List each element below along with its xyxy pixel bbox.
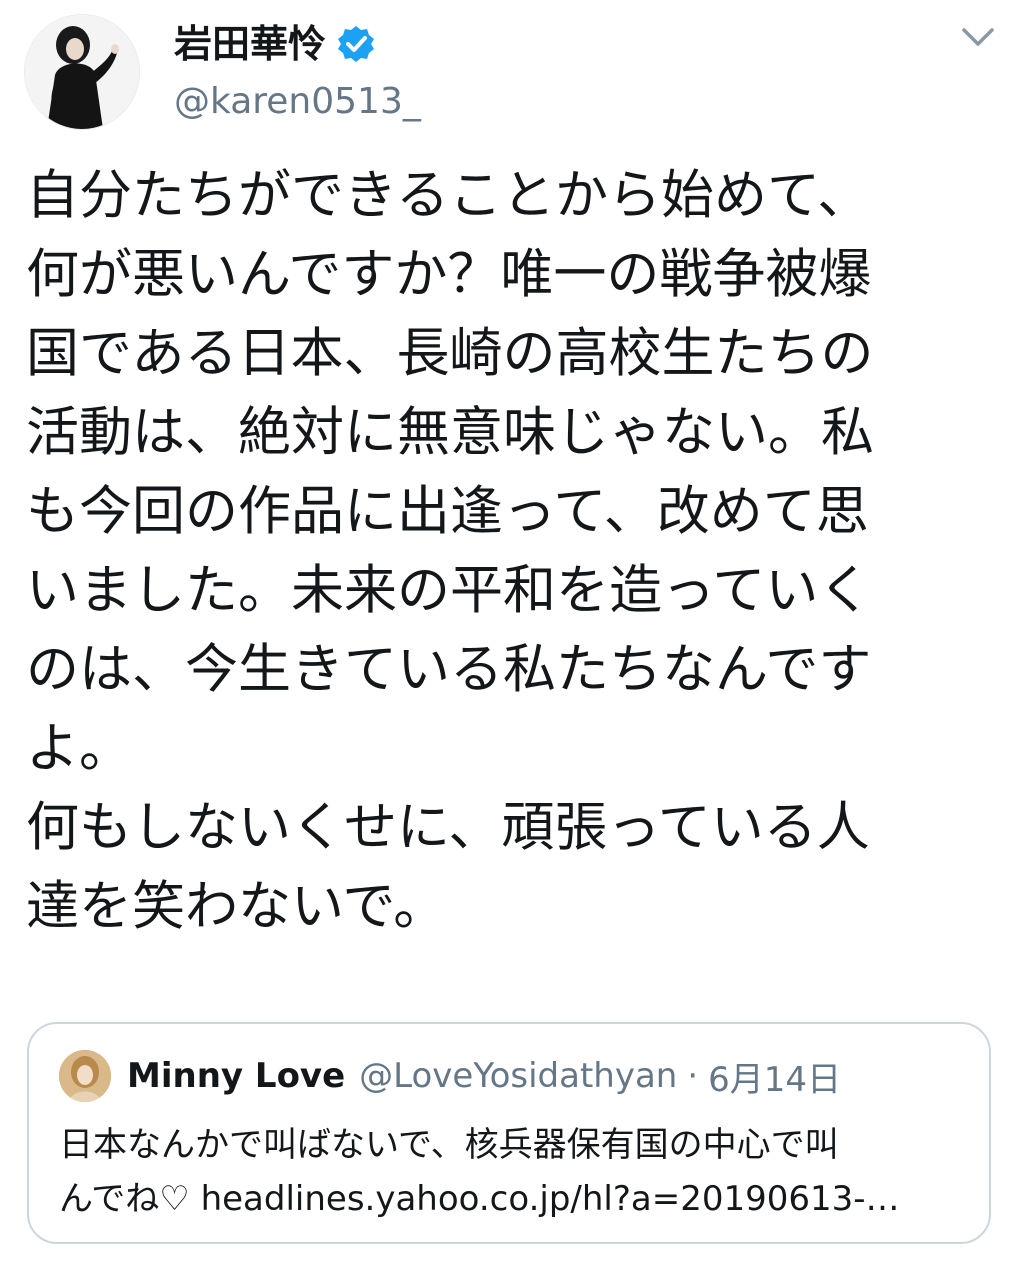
tweet-line: 国である日本、長崎の高校生たちの	[26, 323, 874, 384]
tweet-line: のは、今生きている私たちなんです	[26, 639, 872, 700]
quoted-tweet-date[interactable]: 6月14日	[708, 1052, 841, 1101]
tweet-line: いました。未来の平和を造っていく	[26, 560, 872, 621]
author-avatar[interactable]	[24, 14, 140, 130]
quoted-author-avatar[interactable]	[59, 1050, 111, 1102]
verified-badge-icon	[336, 24, 376, 64]
tweet-header: 岩田華怜 @karen0513_	[24, 8, 1004, 130]
quoted-tweet-header: Minny Love @LoveYosidathyan · 6月14日	[59, 1050, 841, 1102]
quoted-author-name[interactable]: Minny Love	[127, 1056, 345, 1096]
quoted-tweet-body: 日本なんかで叫ばないで、核兵器保有国の中心で叫 んでね♡ headlines.y…	[59, 1118, 969, 1226]
tweet-line: 何もしないくせに、頑張っている人	[26, 797, 870, 858]
author-names: 岩田華怜 @karen0513_	[174, 20, 421, 122]
tweet-line: も今回の作品に出逢って、改めて思	[26, 481, 869, 542]
quoted-author-handle[interactable]: @LoveYosidathyan	[359, 1056, 677, 1096]
tweet-line: よ。	[26, 718, 132, 779]
author-photo	[25, 15, 139, 129]
author-display-name[interactable]: 岩田華怜	[174, 20, 326, 68]
separator-dot: ·	[687, 1056, 699, 1096]
tweet-line: 何が悪いんですか？唯一の戦争被爆	[26, 244, 872, 305]
tweet-line: 達を笑わないで。	[26, 876, 447, 937]
quoted-tweet-line: 日本なんかで叫ばないで、核兵器保有国の中心で叫	[59, 1125, 839, 1165]
quoted-tweet-card[interactable]: Minny Love @LoveYosidathyan · 6月14日 日本なん…	[27, 1022, 991, 1244]
quoted-tweet-line[interactable]: んでね♡ headlines.yahoo.co.jp/hl?a=20190613…	[59, 1172, 969, 1226]
tweet-line: 自分たちができることから始めて、	[26, 165, 871, 226]
tweet-line: 活動は、絶対に無意味じゃない。私	[26, 402, 874, 463]
tweet-body: 自分たちができることから始めて、 何が悪いんですか？唯一の戦争被爆 国である日本…	[26, 156, 994, 946]
chevron-down-icon[interactable]	[958, 20, 998, 56]
display-name-row: 岩田華怜	[174, 20, 421, 68]
author-handle[interactable]: @karen0513_	[174, 82, 421, 122]
